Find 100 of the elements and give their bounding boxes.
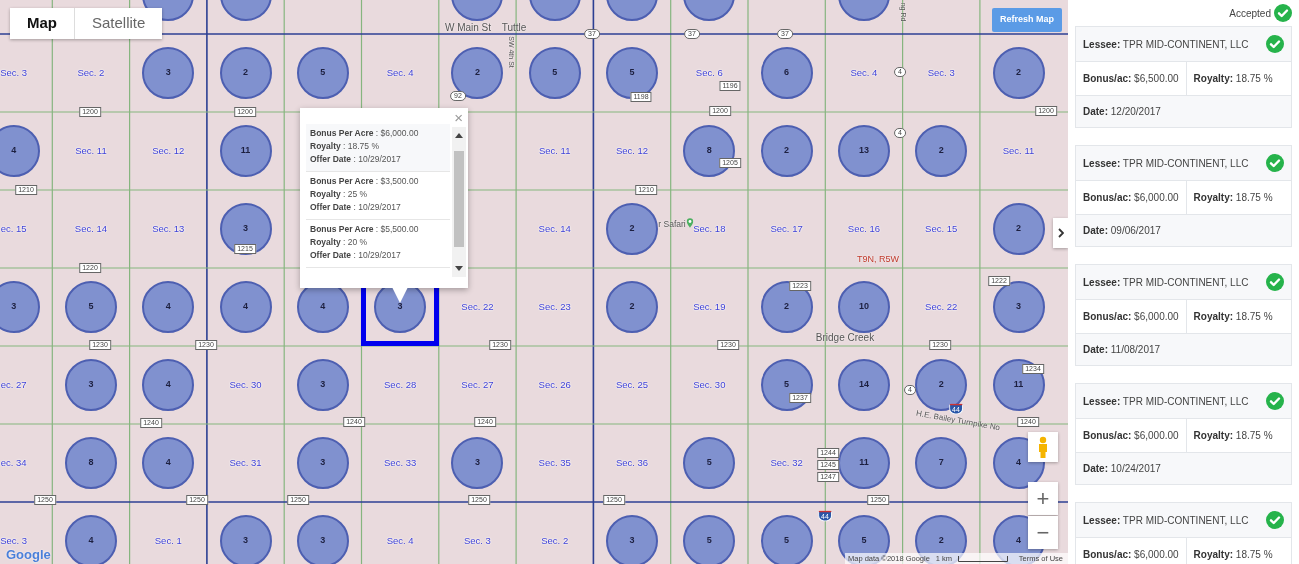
cluster-marker[interactable]: 4 — [219, 281, 272, 333]
cluster-marker[interactable]: 3 — [606, 515, 658, 564]
scroll-down-arrow-icon[interactable] — [455, 266, 463, 271]
offer-detail: Bonus Per Acre : $6,000.00 — [310, 127, 420, 140]
cluster-marker[interactable]: 14 — [837, 359, 890, 411]
section-label: Sec. 2 — [77, 65, 105, 80]
zoom-out-button[interactable]: − — [1028, 516, 1058, 549]
scroll-up-arrow-icon[interactable] — [455, 133, 463, 138]
royalty-text: Royalty: 18.75 % — [1193, 191, 1273, 205]
cluster-marker[interactable]: 4 — [142, 281, 195, 333]
section-label: Sec. 3 — [0, 533, 28, 548]
section-label: Sec. 31 — [229, 455, 262, 470]
cluster-marker[interactable]: 3 — [64, 359, 117, 411]
cluster-marker[interactable]: 3 — [296, 515, 349, 564]
cluster-marker[interactable]: 4 — [142, 437, 195, 489]
cluster-marker[interactable]: 5 — [528, 47, 581, 99]
cluster-marker[interactable]: 4 — [0, 125, 40, 177]
cluster-marker[interactable]: 5 — [296, 47, 349, 99]
cluster-marker[interactable]: 11 — [219, 125, 272, 177]
section-label: Sec. 4 — [386, 65, 414, 80]
cluster-marker[interactable]: 2 — [760, 125, 813, 177]
offer-detail: Royalty : 20 % — [310, 236, 369, 249]
map-logo: Google — [6, 546, 51, 564]
cluster-marker[interactable]: 2 — [606, 281, 658, 333]
section-label: Sec. 14 — [538, 221, 571, 236]
cluster-marker[interactable]: 2 — [915, 125, 968, 177]
cluster-marker[interactable]: 3 — [219, 515, 272, 564]
section-label: ec. 34 — [0, 455, 27, 470]
lessee-text: Lessee: TPR MID-CONTINENT, LLC — [1083, 275, 1249, 290]
section-label: Sec. 25 — [615, 377, 649, 392]
section-label: Sec. 12 — [152, 143, 185, 158]
scrollbar-thumb[interactable] — [454, 151, 464, 247]
check-circle-icon — [1274, 4, 1292, 22]
cluster-marker[interactable]: 4 — [64, 515, 117, 564]
section-label: Sec. 30 — [693, 377, 726, 392]
section-label: Sec. 22 — [461, 299, 494, 314]
section-label: Sec. 22 — [925, 299, 958, 314]
section-label: Sec. 1 — [154, 533, 182, 548]
offer-detail: Offer Date : 10/29/2017 — [310, 201, 402, 214]
royalty-text: Royalty: 18.75 % — [1193, 548, 1273, 562]
section-label: Sec. 13 — [152, 221, 185, 236]
status-heading: Accepted — [1229, 6, 1271, 21]
scale-bar-icon — [958, 555, 1009, 562]
date-text: Date: 09/06/2017 — [1083, 224, 1161, 238]
section-label: Sec. 28 — [384, 377, 417, 392]
cluster-marker[interactable]: 2 — [992, 47, 1045, 99]
cluster-marker[interactable]: 13 — [837, 125, 890, 177]
refresh-map-button[interactable]: Refresh Map — [992, 8, 1062, 32]
cluster-marker[interactable]: 5 — [760, 515, 813, 564]
bonus-text: Bonus/ac: $6,500.00 — [1083, 72, 1179, 86]
section-label: Sec. 4 — [386, 533, 414, 548]
cluster-marker[interactable]: 10 — [837, 281, 890, 333]
cluster-marker[interactable]: 3 — [296, 437, 349, 489]
cluster-marker[interactable]: 11 — [837, 437, 890, 489]
section-label: Sec. 11 — [1002, 143, 1035, 158]
map-type-tab[interactable]: Satellite — [75, 8, 163, 39]
section-label: Sec. 11 — [75, 143, 107, 158]
cluster-marker[interactable]: 8 — [64, 437, 117, 489]
royalty-text: Royalty: 18.75 % — [1193, 310, 1273, 324]
section-label: Sec. 2 — [541, 533, 569, 548]
cluster-marker[interactable]: 2 — [219, 47, 272, 99]
township-label: T9N, R5W — [857, 253, 899, 267]
cluster-marker[interactable]: 6 — [760, 47, 813, 99]
offer-detail: Royalty : 25 % — [310, 188, 369, 201]
offer-detail: Royalty : 18.75 % — [310, 140, 380, 153]
royalty-text: Royalty: 18.75 % — [1193, 72, 1273, 86]
cluster-marker[interactable]: 2 — [992, 203, 1045, 255]
cluster-marker[interactable]: 2 — [606, 203, 658, 255]
lessee-text: Lessee: TPR MID-CONTINENT, LLC — [1083, 394, 1249, 409]
section-label: Sec. 11 — [538, 143, 571, 158]
cluster-marker[interactable]: 3 — [0, 281, 40, 333]
date-text: Date: 12/20/2017 — [1083, 105, 1161, 119]
cluster-marker[interactable]: 4 — [142, 359, 195, 411]
zoom-in-button[interactable]: + — [1028, 482, 1058, 515]
section-label: Sec. 3 — [463, 533, 491, 548]
date-text: Date: 10/24/2017 — [1083, 462, 1161, 476]
place-label: Tuttle — [501, 20, 527, 35]
cluster-marker[interactable]: 3 — [451, 437, 504, 489]
cluster-marker[interactable]: 7 — [915, 437, 968, 489]
section-label: Sec. 19 — [693, 299, 726, 314]
cluster-marker[interactable]: 3 — [142, 47, 195, 99]
section-label: Sec. 32 — [770, 455, 803, 470]
section-label: Sec. 17 — [770, 221, 803, 236]
cluster-marker[interactable]: 5 — [683, 515, 736, 564]
bonus-text: Bonus/ac: $6,000.00 — [1083, 310, 1179, 324]
expand-panel-button[interactable] — [1053, 218, 1068, 248]
section-label: ec. 27 — [0, 377, 27, 392]
close-button[interactable]: × — [451, 110, 466, 125]
offer-detail: Bonus Per Acre : $5,500.00 — [310, 223, 420, 236]
bonus-text: Bonus/ac: $6,000.00 — [1083, 191, 1179, 205]
section-label: Sec. 26 — [538, 377, 571, 392]
map-type-tab[interactable]: Map — [10, 8, 75, 39]
cluster-marker[interactable]: 3 — [296, 359, 349, 411]
chevron-right-icon — [1057, 228, 1064, 238]
section-label: Sec. 6 — [695, 65, 723, 80]
section-label: Sec. 35 — [538, 455, 571, 470]
cluster-marker[interactable]: 5 — [64, 281, 117, 333]
offer-detail: Offer Date : 10/29/2017 — [310, 153, 402, 166]
offer-detail: Bonus Per Acre : $3,500.00 — [310, 175, 420, 188]
cluster-marker[interactable]: 5 — [683, 437, 736, 489]
